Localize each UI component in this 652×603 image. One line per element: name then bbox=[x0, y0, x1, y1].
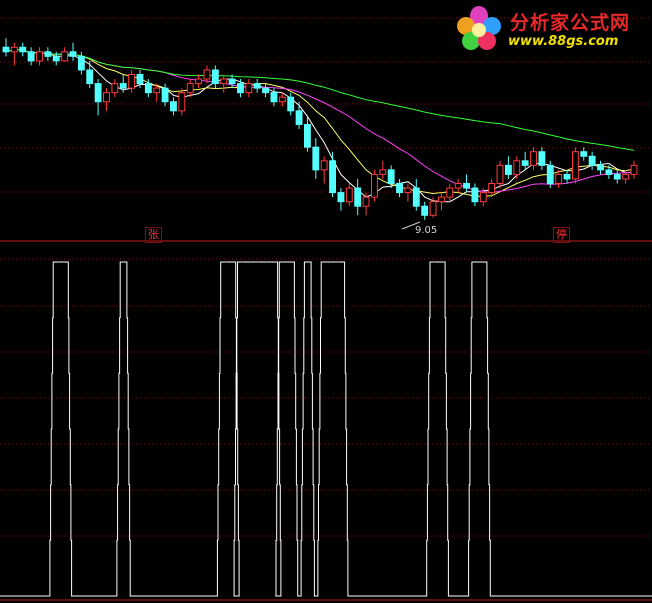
candle-body-54 bbox=[454, 183, 462, 189]
candle-body-34 bbox=[287, 96, 295, 112]
candle-body-42 bbox=[354, 187, 362, 207]
candle-body-16 bbox=[136, 74, 144, 85]
candle-body-67 bbox=[563, 173, 571, 180]
candle-body-15 bbox=[128, 74, 136, 89]
candle-body-64 bbox=[538, 151, 546, 166]
candle-body-47 bbox=[396, 183, 403, 194]
candle-body-65 bbox=[546, 164, 554, 184]
low-price-label: 9.05 bbox=[415, 225, 437, 236]
candle-body-56 bbox=[471, 187, 479, 203]
candle-body-39 bbox=[329, 160, 336, 194]
candle-body-37 bbox=[312, 146, 320, 171]
candle-body-17 bbox=[144, 83, 152, 94]
candle-body-13 bbox=[111, 83, 119, 94]
stock-chart: 9.05 bbox=[0, 0, 652, 603]
candle-body-57 bbox=[479, 192, 487, 203]
candle-body-27 bbox=[228, 78, 236, 85]
candle-body-58 bbox=[488, 183, 496, 194]
candle-body-63 bbox=[530, 151, 537, 166]
candle-body-19 bbox=[161, 87, 169, 103]
candle-body-0 bbox=[2, 46, 10, 53]
candle-body-41 bbox=[345, 187, 353, 203]
candle-body-55 bbox=[463, 183, 470, 189]
candle-body-40 bbox=[337, 192, 345, 203]
candle-body-68 bbox=[571, 151, 579, 180]
candle-body-18 bbox=[153, 87, 161, 94]
stop-marker: 停 bbox=[553, 227, 570, 243]
candle-body-24 bbox=[203, 69, 211, 80]
candle-body-38 bbox=[320, 160, 328, 171]
candle-body-51 bbox=[429, 201, 437, 216]
candle-body-36 bbox=[304, 123, 311, 148]
candle-body-25 bbox=[211, 69, 219, 85]
candle-body-73 bbox=[613, 173, 621, 180]
candle-body-48 bbox=[404, 187, 412, 194]
candle-body-60 bbox=[504, 164, 512, 175]
candle-body-61 bbox=[513, 160, 521, 175]
candle-body-66 bbox=[555, 173, 563, 185]
candle-body-12 bbox=[103, 92, 110, 103]
candle-body-70 bbox=[588, 155, 596, 166]
candle-body-8 bbox=[69, 51, 77, 57]
candle-body-3 bbox=[27, 51, 35, 62]
candle-body-72 bbox=[605, 169, 613, 175]
candle-body-44 bbox=[370, 173, 378, 198]
candle-body-31 bbox=[262, 87, 270, 94]
candle-body-62 bbox=[521, 160, 529, 166]
candle-body-9 bbox=[77, 55, 85, 71]
logo: 分析家公式网 www.88gs.com bbox=[452, 4, 648, 54]
candle-body-30 bbox=[253, 83, 261, 89]
logo-url: www.88gs.com bbox=[508, 34, 619, 49]
candle-body-33 bbox=[278, 96, 286, 103]
candle-body-59 bbox=[496, 164, 504, 184]
candle-body-7 bbox=[61, 51, 69, 62]
candle-body-45 bbox=[379, 169, 387, 175]
flower-icon bbox=[457, 6, 501, 50]
candle-body-75 bbox=[630, 164, 638, 175]
rise-marker: 张 bbox=[145, 227, 162, 243]
candle-body-6 bbox=[52, 55, 60, 62]
candle-body-2 bbox=[19, 46, 27, 53]
candle-body-29 bbox=[245, 83, 253, 94]
candle-body-21 bbox=[178, 92, 186, 112]
candle-body-23 bbox=[195, 78, 203, 85]
candle-body-1 bbox=[10, 46, 18, 53]
candle-body-22 bbox=[186, 83, 194, 94]
candle-body-69 bbox=[580, 151, 588, 157]
candle-body-52 bbox=[437, 196, 445, 203]
candle-body-50 bbox=[421, 205, 429, 216]
candle-body-32 bbox=[270, 92, 278, 103]
candle-body-35 bbox=[295, 110, 303, 125]
candle-body-28 bbox=[237, 83, 244, 94]
candle-body-5 bbox=[44, 51, 52, 57]
candle-body-71 bbox=[597, 164, 604, 171]
candle-body-46 bbox=[387, 169, 395, 184]
candle-body-43 bbox=[362, 196, 370, 207]
candle-body-49 bbox=[412, 187, 420, 207]
candle-body-20 bbox=[170, 101, 177, 112]
candle-body-11 bbox=[94, 83, 102, 103]
candle-body-14 bbox=[119, 83, 127, 89]
candle-body-10 bbox=[86, 69, 94, 85]
candle-body-4 bbox=[36, 51, 43, 62]
candle-body-74 bbox=[622, 173, 630, 180]
candle-body-26 bbox=[220, 78, 228, 85]
candle-body-53 bbox=[446, 187, 454, 198]
logo-brand: 分析家公式网 bbox=[510, 12, 631, 34]
